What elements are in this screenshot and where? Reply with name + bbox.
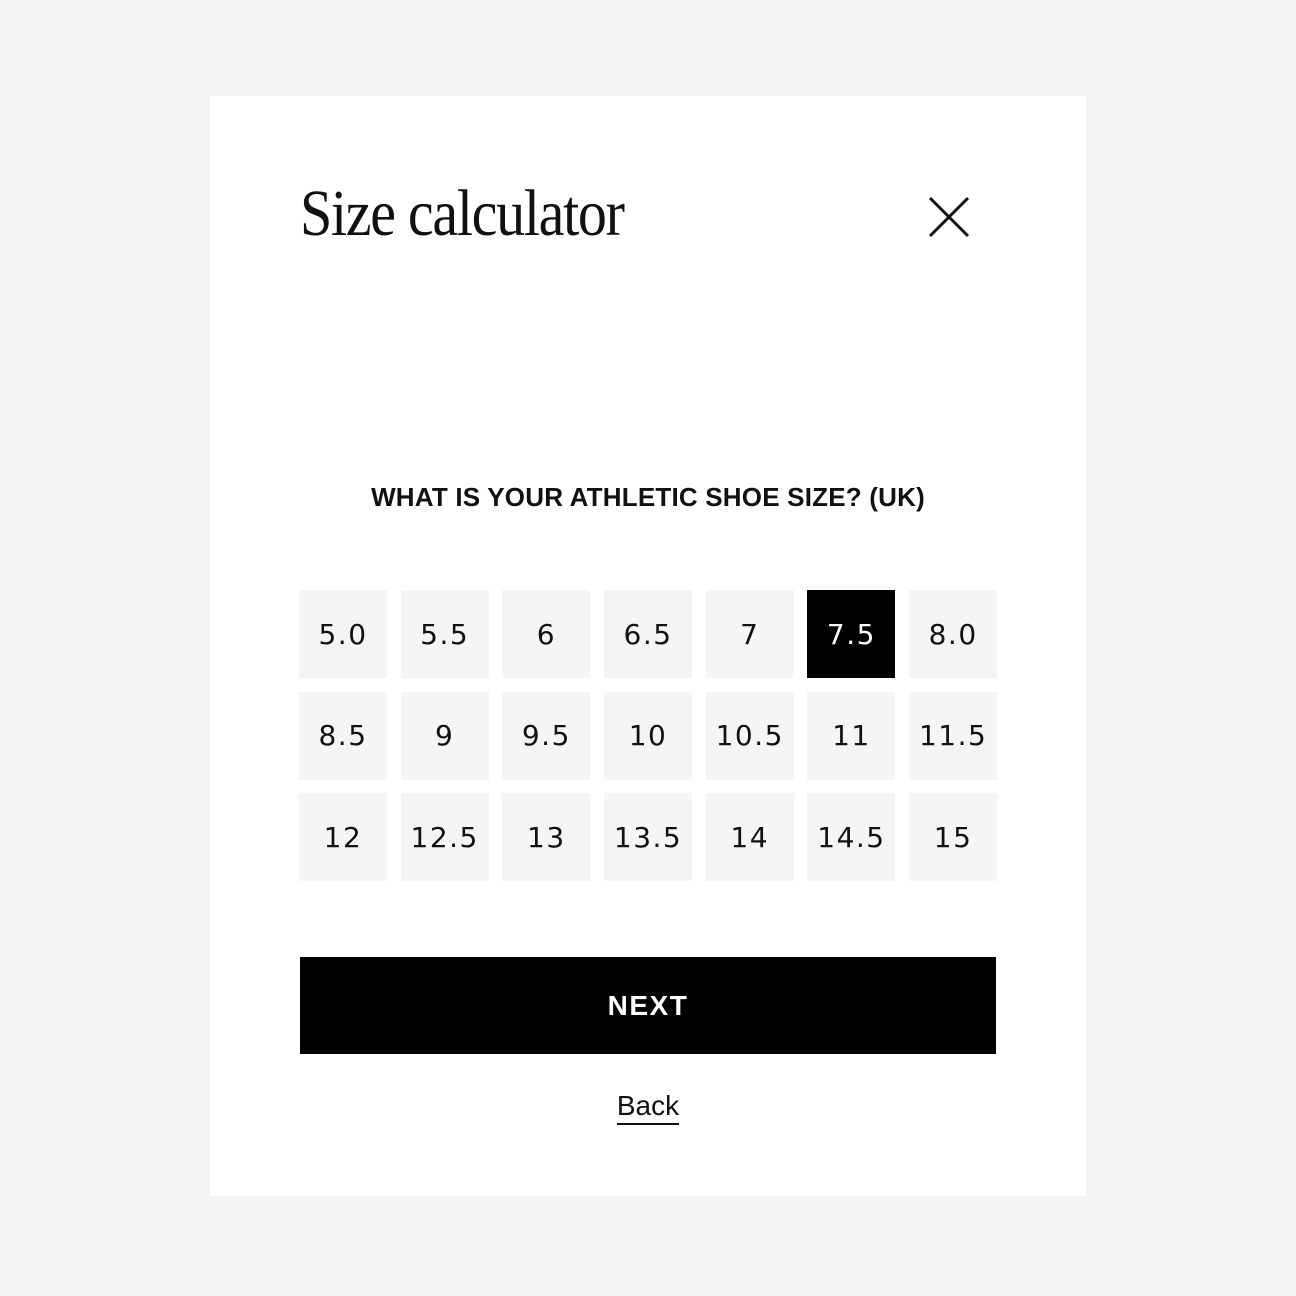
back-link-container: Back xyxy=(210,1090,1086,1125)
size-option[interactable]: 8.5 xyxy=(299,691,387,780)
size-option[interactable]: 12.5 xyxy=(400,793,489,882)
back-link[interactable]: Back xyxy=(616,1090,680,1125)
size-option[interactable]: 9 xyxy=(400,691,489,780)
size-option[interactable]: 7 xyxy=(705,590,794,678)
size-option[interactable]: 5.5 xyxy=(400,590,489,678)
size-option[interactable]: 11 xyxy=(807,691,896,780)
size-option[interactable]: 10.5 xyxy=(705,691,794,780)
size-options-grid: 5.0 5.5 6 6.5 7 7.5 8.0 8.5 9 9.5 10 10.5 11 11.5 12 12… xyxy=(299,590,998,882)
size-option[interactable]: 13.5 xyxy=(604,793,693,882)
size-option[interactable]: 8.0 xyxy=(909,590,998,678)
next-button[interactable]: NEXT xyxy=(300,957,996,1054)
size-option-selected[interactable]: 7.5 xyxy=(807,590,896,678)
size-option[interactable]: 15 xyxy=(909,793,998,882)
size-option[interactable]: 14.5 xyxy=(807,793,896,882)
size-calculator-modal: Size calculator WHAT IS YOUR ATHLETIC SH… xyxy=(210,96,1086,1196)
size-question: WHAT IS YOUR ATHLETIC SHOE SIZE? (UK) xyxy=(371,482,925,512)
size-option[interactable]: 14 xyxy=(705,793,794,882)
close-icon xyxy=(928,196,970,238)
size-option[interactable]: 12 xyxy=(299,793,387,882)
size-option[interactable]: 9.5 xyxy=(502,691,591,780)
modal-title: Size calculator xyxy=(300,177,625,250)
size-option[interactable]: 11.5 xyxy=(909,691,998,780)
size-option[interactable]: 10 xyxy=(604,691,693,780)
size-option[interactable]: 6.5 xyxy=(604,590,693,678)
close-button[interactable] xyxy=(926,194,972,240)
size-option[interactable]: 5.0 xyxy=(299,590,387,678)
size-option[interactable]: 6 xyxy=(502,590,591,678)
size-option[interactable]: 13 xyxy=(502,793,591,882)
